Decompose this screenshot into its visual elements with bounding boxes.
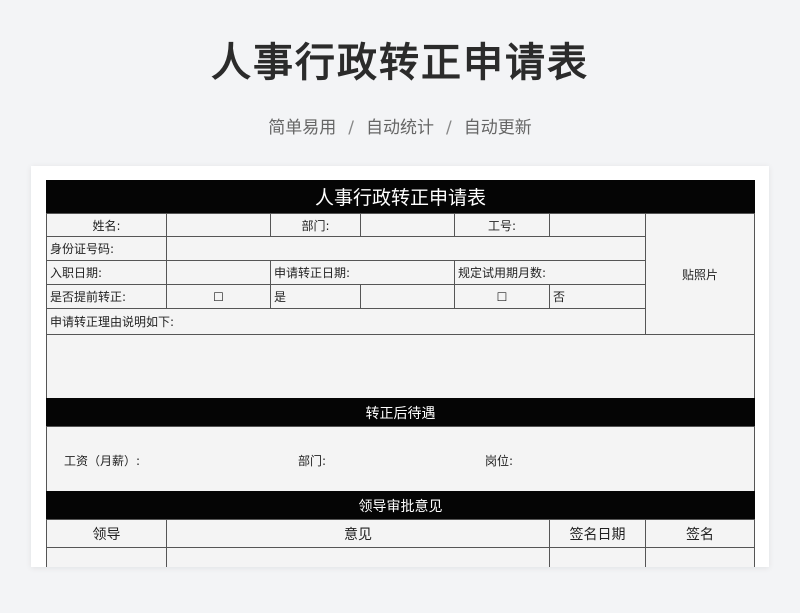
hire-date-field[interactable]	[166, 260, 271, 285]
yes-checkbox[interactable]: ☐	[166, 284, 271, 309]
form-header: 人事行政转正申请表	[46, 180, 755, 213]
photo-box[interactable]: 贴照片	[645, 213, 755, 335]
review-leader-cell[interactable]	[46, 547, 167, 567]
employee-id-field[interactable]	[549, 213, 646, 237]
subtitle-item: 简单易用	[268, 118, 337, 138]
hire-date-label: 入职日期:	[46, 260, 167, 285]
yes-spacer	[360, 284, 455, 309]
page-title: 人事行政转正申请表	[211, 40, 589, 86]
no-label: 否	[549, 284, 646, 309]
name-label: 姓名:	[46, 213, 167, 237]
apply-date-label: 申请转正日期:	[270, 260, 455, 285]
salary-label[interactable]: 工资（月薪）:	[61, 450, 191, 470]
no-checkbox[interactable]: ☐	[454, 284, 550, 309]
early-label: 是否提前转正:	[46, 284, 167, 309]
position-label[interactable]: 岗位:	[482, 450, 562, 470]
yes-label: 是	[270, 284, 361, 309]
review-header: 领导审批意见	[46, 491, 755, 520]
idcard-field[interactable]	[166, 236, 646, 261]
dept-field[interactable]	[360, 213, 455, 237]
treatment-header: 转正后待遇	[46, 398, 755, 427]
review-col-sign-date: 签名日期	[549, 519, 646, 548]
probation-label: 规定试用期月数:	[454, 260, 646, 285]
dept-label: 部门:	[270, 213, 361, 237]
name-field[interactable]	[166, 213, 271, 237]
page-subtitle: 简单易用 / 自动统计 / 自动更新	[0, 113, 800, 138]
review-opinion-cell[interactable]	[166, 547, 550, 567]
subtitle-item: 自动更新	[463, 118, 532, 138]
form-card: 人事行政转正申请表 姓名: 部门: 工号: 贴照片 身份证号码: 入职日期: 申…	[31, 166, 769, 567]
review-col-leader: 领导	[46, 519, 167, 548]
subtitle-separator: /	[446, 118, 452, 138]
review-col-signature: 签名	[645, 519, 755, 548]
reason-textarea[interactable]	[46, 334, 755, 399]
subtitle-item: 自动统计	[366, 118, 434, 138]
idcard-label: 身份证号码:	[46, 236, 167, 261]
review-col-opinion: 意见	[166, 519, 550, 548]
form-sheet: 人事行政转正申请表 姓名: 部门: 工号: 贴照片 身份证号码: 入职日期: 申…	[46, 180, 755, 567]
subtitle-separator: /	[348, 118, 354, 138]
review-signature-cell[interactable]	[645, 547, 755, 567]
employee-id-label: 工号:	[454, 213, 550, 237]
new-dept-label[interactable]: 部门:	[295, 450, 375, 470]
review-sign-date-cell[interactable]	[549, 547, 646, 567]
reason-label: 申请转正理由说明如下:	[46, 308, 646, 335]
